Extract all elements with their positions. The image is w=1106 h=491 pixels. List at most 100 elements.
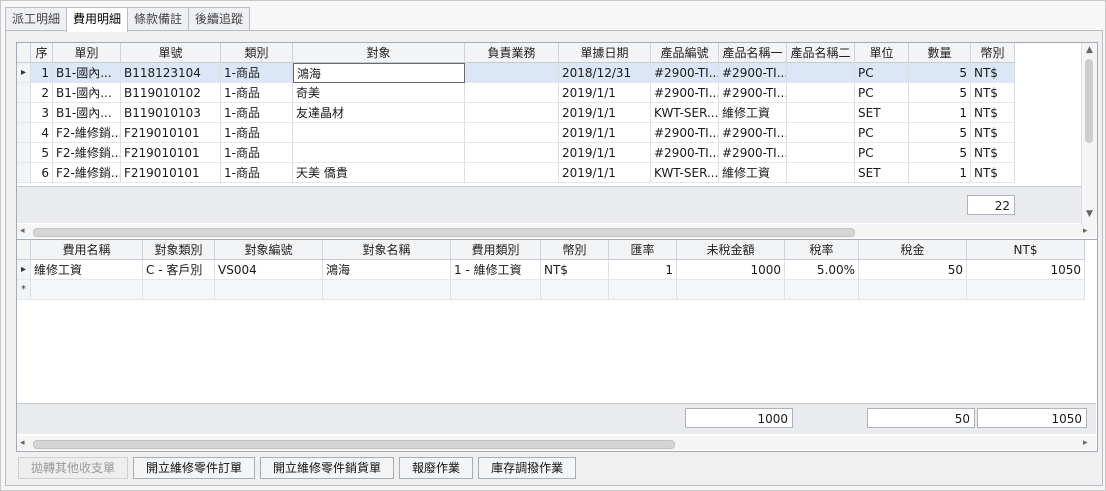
table-cell[interactable]: PC [855,83,909,103]
table-cell[interactable]: 5 [909,143,971,163]
table-cell[interactable] [143,280,215,300]
table-cell[interactable]: #2900-TI... [719,143,787,163]
table-cell[interactable]: NT$ [541,260,609,280]
table-cell[interactable] [787,103,855,123]
table-cell[interactable]: F2-維修銷... [53,143,121,163]
column-header[interactable]: 數量 [909,43,971,63]
column-header[interactable]: 幣別 [541,240,609,260]
table-row[interactable]: 3 B1-國內... B119010103 1-商品 友達晶材 2019/1/1 KWT-S… [17,103,1015,123]
table-row[interactable]: 2 B1-國內... B119010102 1-商品 奇美 2019/1/1 #2900-T… [17,83,1015,103]
tab-expense-details[interactable]: 費用明細 [66,7,129,32]
scroll-thumb[interactable] [1085,59,1093,143]
table-cell[interactable] [465,123,559,143]
table-cell[interactable]: B118123104 [121,63,221,83]
column-header[interactable]: 稅率 [785,240,859,260]
create-repair-parts-sales-button[interactable]: 開立維修零件銷貨單 [260,457,395,479]
table-cell[interactable]: NT$ [971,143,1015,163]
create-repair-parts-order-button[interactable]: 開立維修零件訂單 [133,457,256,479]
table-cell[interactable] [293,143,465,163]
table-cell[interactable]: 5 [909,63,971,83]
table-cell[interactable] [451,280,541,300]
column-header[interactable]: 單號 [121,43,221,63]
table-cell[interactable]: #2900-TI... [719,83,787,103]
table-cell[interactable]: 1-商品 [221,63,293,83]
scroll-down-icon[interactable]: ▼ [1086,209,1093,219]
column-header[interactable]: 對象名稱 [323,240,451,260]
table-cell[interactable]: 2019/1/1 [559,83,651,103]
table-cell[interactable] [293,123,465,143]
table-cell[interactable]: 1 [31,63,53,83]
column-header[interactable]: 費用名稱 [31,240,143,260]
table-cell[interactable]: F2-維修銷... [53,123,121,143]
table-cell[interactable] [785,280,859,300]
bottom-grid-horizontal-scrollbar[interactable]: ◂ ▸ [17,436,1096,450]
column-header[interactable]: 單據日期 [559,43,651,63]
table-cell[interactable]: 1-商品 [221,143,293,163]
column-header[interactable]: NT$ [967,240,1085,260]
tab-follow-up[interactable]: 後續追蹤 [188,7,251,30]
table-cell[interactable]: 1-商品 [221,83,293,103]
table-cell[interactable] [31,280,143,300]
column-header[interactable]: 對象 [293,43,465,63]
column-header[interactable]: 費用類別 [451,240,541,260]
table-cell[interactable]: 2019/1/1 [559,123,651,143]
table-cell[interactable] [465,83,559,103]
column-header[interactable]: 類別 [221,43,293,63]
table-cell[interactable] [215,280,323,300]
column-header[interactable]: 序 [31,43,53,63]
column-header[interactable]: 單別 [53,43,121,63]
table-cell[interactable]: 1 [609,260,677,280]
table-cell[interactable]: VS004 [215,260,323,280]
table-cell[interactable]: 維修工資 [719,163,787,183]
table-cell[interactable]: F2-維修銷... [53,163,121,183]
table-cell[interactable] [787,83,855,103]
table-row[interactable]: 4 F2-維修銷... F219010101 1-商品 2019/1/1 #2900-TI… [17,123,1015,143]
table-cell[interactable] [609,280,677,300]
table-cell[interactable]: 5.00% [785,260,859,280]
scroll-left-icon[interactable]: ◂ [20,226,25,236]
table-cell[interactable]: B119010102 [121,83,221,103]
table-cell[interactable]: B1-國內... [53,83,121,103]
column-header[interactable]: 對象編號 [215,240,323,260]
table-cell[interactable]: 奇美 [293,83,465,103]
table-cell[interactable]: NT$ [971,83,1015,103]
table-cell[interactable]: KWT-SER... [651,163,719,183]
tab-terms-notes[interactable]: 條款備註 [127,7,190,30]
table-row[interactable]: ▸ 1 B1-國內... B118123104 1-商品 鴻海 2018/12/31 #290… [17,63,1015,83]
column-header[interactable]: 單位 [855,43,909,63]
table-cell[interactable]: PC [855,123,909,143]
table-cell[interactable] [465,63,559,83]
table-cell[interactable] [541,280,609,300]
scrap-operation-button[interactable]: 報廢作業 [399,457,474,479]
table-cell[interactable] [465,163,559,183]
table-cell[interactable]: 維修工資 [719,103,787,123]
scroll-right-icon[interactable]: ▸ [1083,226,1088,236]
table-cell[interactable]: #2900-TI... [651,123,719,143]
column-header[interactable]: 產品名稱一 [719,43,787,63]
table-cell[interactable]: NT$ [971,163,1015,183]
table-cell[interactable]: PC [855,143,909,163]
column-header[interactable]: 負責業務 [465,43,559,63]
table-cell[interactable]: 2018/12/31 [559,63,651,83]
table-cell[interactable]: F219010101 [121,123,221,143]
table-cell[interactable]: NT$ [971,103,1015,123]
table-row[interactable]: 5 F2-維修銷... F219010101 1-商品 2019/1/1 #2900-TI… [17,143,1015,163]
table-cell[interactable]: 1-商品 [221,103,293,123]
table-cell[interactable]: #2900-TI... [719,63,787,83]
target-edit-input[interactable]: 鴻海 [293,63,465,83]
table-cell[interactable]: 5 [909,83,971,103]
table-cell[interactable]: F219010101 [121,143,221,163]
table-cell[interactable]: 3 [31,103,53,123]
table-cell[interactable]: #2900-TI... [651,83,719,103]
table-cell[interactable]: #2900-TI... [719,123,787,143]
table-cell[interactable] [465,103,559,123]
table-cell[interactable] [465,143,559,163]
table-cell[interactable] [859,280,967,300]
transfer-other-income-expense-button[interactable]: 拋轉其他收支單 [18,457,129,479]
column-header[interactable]: 產品編號 [651,43,719,63]
table-cell[interactable]: B119010103 [121,103,221,123]
table-cell[interactable] [677,280,785,300]
table-cell[interactable]: 1050 [967,260,1085,280]
column-header[interactable]: 幣別 [971,43,1015,63]
table-cell[interactable] [787,123,855,143]
